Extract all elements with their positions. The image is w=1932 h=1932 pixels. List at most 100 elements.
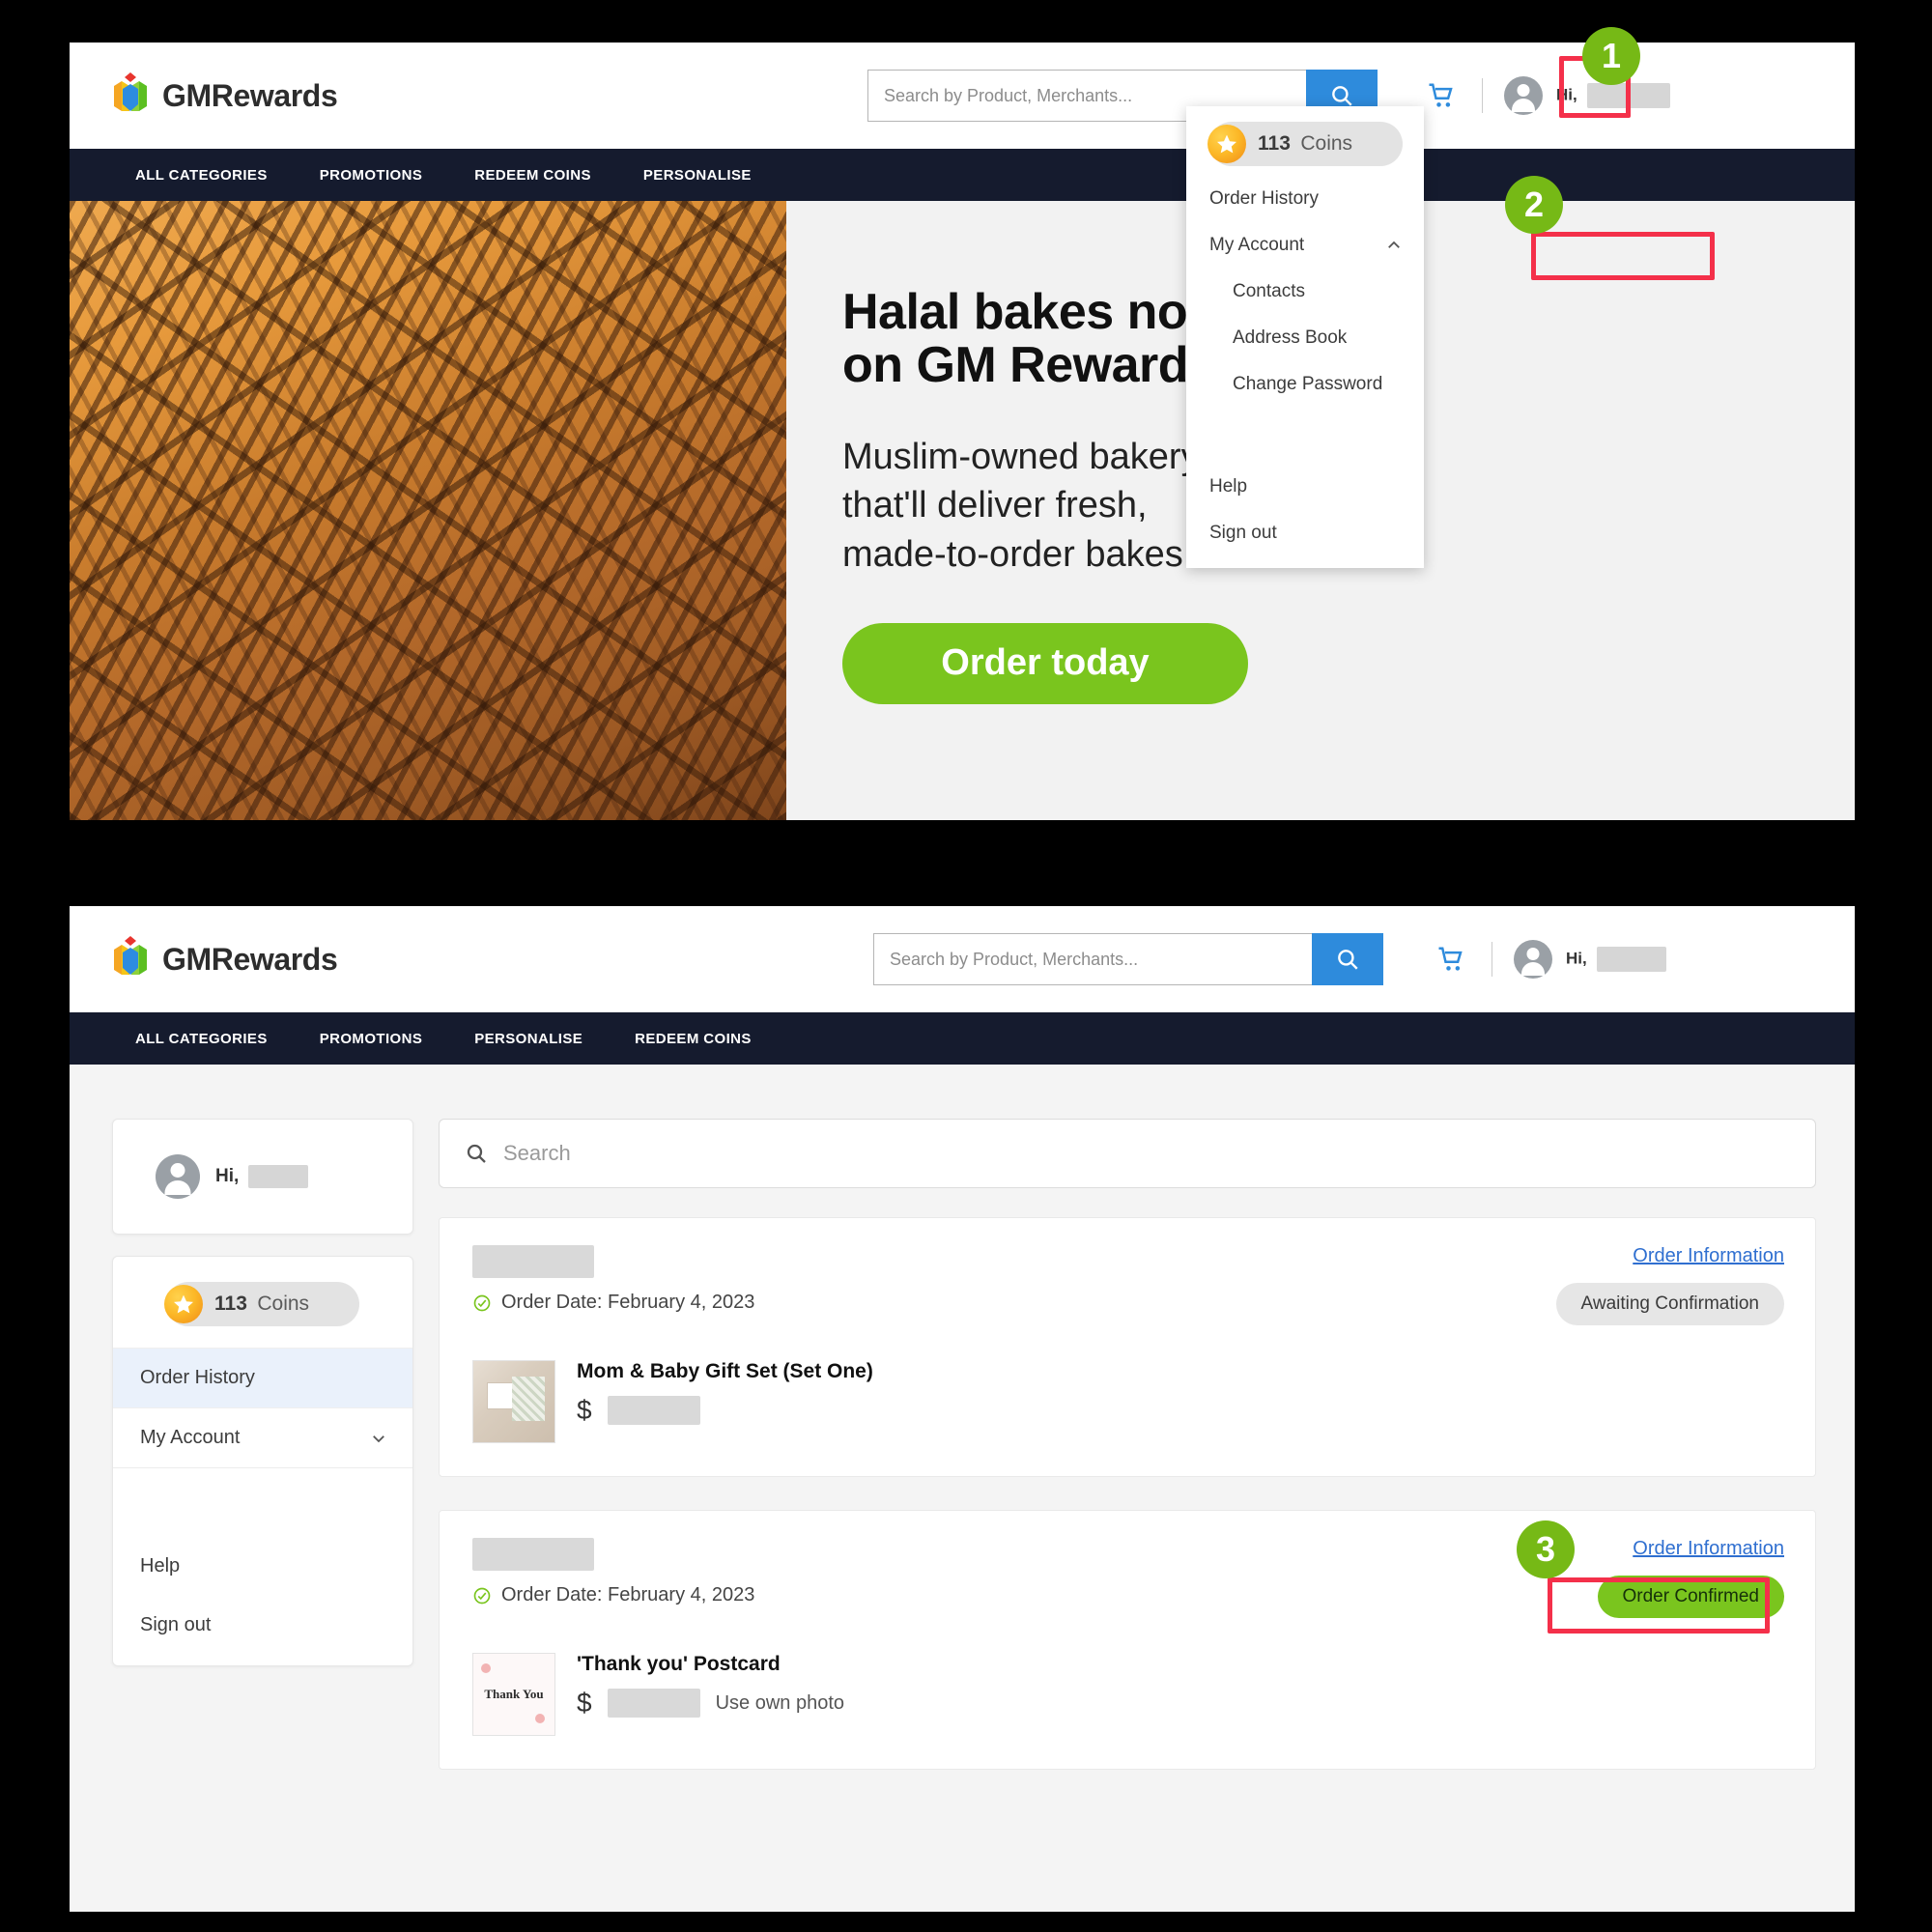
greeting-text-top: Hi,: [1556, 83, 1671, 108]
search-icon: [467, 1144, 486, 1163]
order-information-link[interactable]: Order Information: [1633, 1538, 1784, 1560]
coins-label: Coins: [257, 1293, 310, 1315]
coins-count: 113: [1258, 132, 1291, 155]
bottom-screenshot-panel: GMRewards Search by Product, Merchants..…: [70, 906, 1855, 1912]
gm-rewards-logo-icon: [110, 72, 151, 119]
screenshot-stage: GMRewards Search by Product, Merchants..…: [0, 0, 1932, 1932]
product-price-row: $: [577, 1395, 873, 1426]
account-sidebar: Hi, 113 Coins Order History My Account H…: [112, 1119, 413, 1864]
nav-item-promotions[interactable]: PROMOTIONS: [320, 167, 423, 184]
redacted-merchant-name: [472, 1538, 594, 1571]
order-date-label: Order Date: February 4, 2023: [501, 1292, 755, 1313]
search-input[interactable]: [873, 933, 1312, 985]
order-product-details: Mom & Baby Gift Set (Set One) $: [577, 1360, 873, 1426]
user-avatar-icon[interactable]: [1514, 940, 1552, 979]
order-date-row: Order Date: February 4, 2023: [472, 1584, 754, 1606]
dropdown-item-order-history[interactable]: Order History: [1186, 176, 1424, 222]
dropdown-item-address-book[interactable]: Address Book: [1186, 315, 1424, 361]
greeting-label: Hi,: [1566, 949, 1587, 968]
brand-name: GMRewards: [162, 77, 338, 113]
order-date-row: Order Date: February 4, 2023: [472, 1292, 754, 1314]
nav-item-redeem-coins[interactable]: REDEEM COINS: [635, 1031, 752, 1047]
nav-item-personalise[interactable]: PERSONALISE: [643, 167, 752, 184]
dropdown-item-help[interactable]: Help: [1186, 464, 1424, 510]
nav-item-all-categories[interactable]: ALL CATEGORIES: [135, 1031, 268, 1047]
thumbnail-text: Thank You: [484, 1687, 544, 1701]
order-status-block: Order Information Awaiting Confirmation: [1555, 1245, 1784, 1325]
search-button[interactable]: [1312, 933, 1383, 985]
star-coin-icon: [164, 1285, 203, 1323]
greeting-label: Hi,: [1556, 85, 1577, 104]
coins-balance-pill: 113 Coins: [164, 1282, 359, 1326]
layer-cake-photo: [70, 201, 786, 820]
product-note: Use own photo: [715, 1691, 844, 1714]
dropdown-item-contacts[interactable]: Contacts: [1186, 269, 1424, 315]
redacted-username: [247, 1165, 308, 1188]
sidebar-item-sign-out[interactable]: Sign out: [113, 1596, 412, 1665]
order-search-input[interactable]: [503, 1141, 1790, 1166]
brand-name-bottom: GMRewards: [162, 941, 338, 977]
dropdown-item-my-account[interactable]: My Account: [1186, 222, 1424, 269]
search-icon: [1338, 950, 1358, 970]
step-badge-3: 3: [1517, 1520, 1575, 1578]
product-name: 'Thank you' Postcard: [577, 1653, 781, 1675]
order-today-button[interactable]: Order today: [842, 622, 1248, 704]
order-date-label: Order Date: February 4, 2023: [501, 1584, 755, 1605]
chevron-down-icon: [373, 1435, 384, 1442]
order-information-link[interactable]: Order Information: [1633, 1245, 1784, 1267]
step-badge-2: 2: [1505, 176, 1563, 234]
chevron-up-icon: [1388, 241, 1400, 248]
redacted-merchant-name: [472, 1245, 594, 1278]
orders-column: Order Date: February 4, 2023 Order Infor…: [439, 1119, 1816, 1864]
order-status-block: Order Information Order Confirmed: [1597, 1538, 1784, 1618]
header-actions-bottom: Hi,: [1432, 933, 1667, 985]
sidebar-coins: 113 Coins: [113, 1257, 412, 1348]
sidebar-item-my-account[interactable]: My Account: [113, 1407, 412, 1467]
star-coin-icon: [1208, 125, 1246, 163]
redacted-username: [1597, 947, 1667, 972]
account-dropdown-menu: 113 Coins Order History My Account Conta…: [1186, 106, 1424, 568]
order-product-details: 'Thank you' Postcard $ Use own photo: [577, 1653, 844, 1719]
order-product-row: Thank You 'Thank you' Postcard $ Use own…: [472, 1653, 1784, 1736]
sidebar-item-order-history[interactable]: Order History: [113, 1348, 412, 1407]
header-divider: [1482, 78, 1483, 113]
sidebar-greeting: Hi,: [215, 1165, 308, 1188]
dropdown-item-my-account-label: My Account: [1209, 235, 1305, 255]
dropdown-item-change-password[interactable]: Change Password: [1186, 361, 1424, 408]
user-avatar-icon[interactable]: [1504, 76, 1543, 115]
order-product-row: Mom & Baby Gift Set (Set One) $: [472, 1360, 1784, 1443]
brand-logo[interactable]: GMRewards: [110, 72, 338, 119]
brand-logo-bottom[interactable]: GMRewards: [110, 936, 338, 982]
shopping-cart-icon[interactable]: [1422, 78, 1461, 113]
nav-item-redeem-coins[interactable]: REDEEM COINS: [474, 167, 591, 184]
avatar: [156, 1154, 200, 1199]
gm-rewards-logo-icon: [110, 936, 151, 982]
coins-balance-pill: 113 Coins: [1208, 122, 1403, 166]
dropdown-item-sign-out[interactable]: Sign out: [1186, 510, 1424, 556]
step-badge-1: 1: [1582, 27, 1640, 85]
dropdown-spacer: [1186, 408, 1424, 464]
nav-item-personalise[interactable]: PERSONALISE: [474, 1031, 582, 1047]
search-icon: [1332, 86, 1352, 106]
redacted-price: [607, 1396, 700, 1425]
header-search-bottom[interactable]: [873, 933, 1383, 985]
main-nav-top: ALL CATEGORIES PROMOTIONS REDEEM COINS P…: [70, 149, 1855, 201]
shopping-cart-icon[interactable]: [1432, 942, 1470, 977]
order-card: Order Date: February 4, 2023 Order Infor…: [439, 1510, 1816, 1770]
status-badge: Awaiting Confirmation: [1555, 1283, 1784, 1325]
greeting-text-bottom: Hi,: [1566, 947, 1667, 972]
coins-label: Coins: [1300, 132, 1353, 155]
sidebar-greeting-label: Hi,: [215, 1166, 240, 1187]
thank-you-postcard-thumbnail: Thank You: [472, 1653, 555, 1736]
order-card: Order Date: February 4, 2023 Order Infor…: [439, 1217, 1816, 1477]
order-header: Order Date: February 4, 2023 Order Infor…: [472, 1245, 1784, 1325]
promo-banner: Halal bakes now on GM Rewards Muslim-own…: [70, 201, 1855, 820]
nav-item-promotions[interactable]: PROMOTIONS: [320, 1031, 423, 1047]
sidebar-item-help[interactable]: Help: [113, 1537, 412, 1596]
nav-item-all-categories[interactable]: ALL CATEGORIES: [135, 167, 268, 184]
order-meta: Order Date: February 4, 2023: [472, 1245, 754, 1314]
check-circle-icon: [473, 1294, 491, 1311]
product-price-row: $ Use own photo: [577, 1688, 844, 1719]
order-search-bar[interactable]: [439, 1119, 1816, 1188]
header-actions-top: Hi,: [1422, 70, 1671, 122]
